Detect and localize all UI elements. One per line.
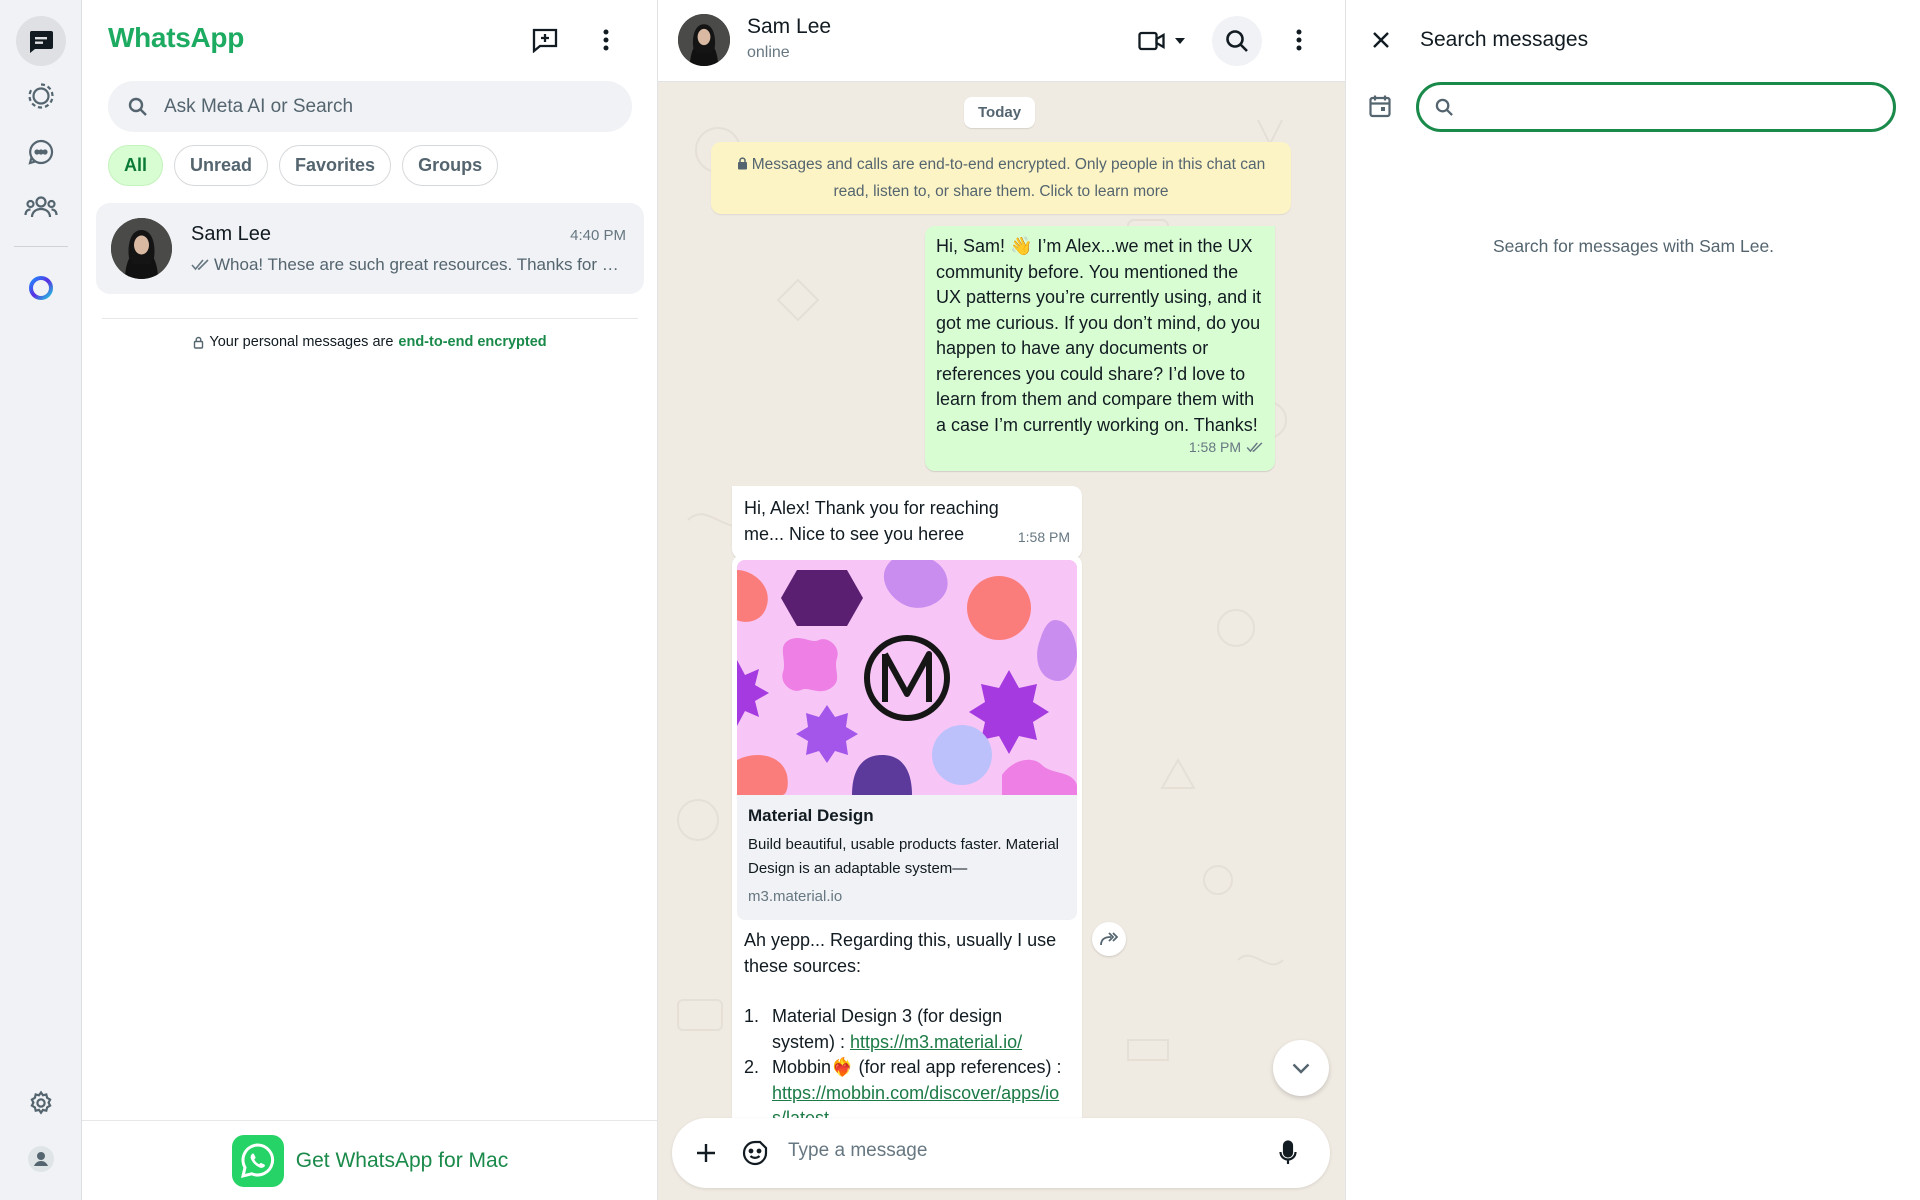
list-item: 1. Material Design 3 (for design system)… [744,1004,1070,1055]
encryption-link[interactable]: end-to-end encrypted [398,334,546,350]
chat-preview: Whoa! These are such great resources. Th… [191,255,621,275]
chat-preview-text: Whoa! These are such great resources. Th… [214,255,621,274]
mobbin-link[interactable]: https://mobbin.com/discover/apps/ios/lat… [772,1083,1059,1119]
chat-contact-name: Sam Lee [191,223,272,245]
menu-kebab-icon[interactable] [584,18,628,62]
search-icon [1225,29,1249,53]
link-preview-domain: m3.material.io [748,887,843,905]
read-receipt-icon [1246,442,1264,453]
attach-plus-icon[interactable] [684,1131,728,1175]
scroll-to-bottom-button[interactable] [1273,1040,1329,1096]
message-time: 1:58 PM [1017,529,1070,545]
microphone-icon[interactable] [1266,1131,1310,1175]
filter-groups[interactable]: Groups [402,145,499,186]
link-preview-card[interactable]: Material Design Build beautiful, usable … [737,560,1077,920]
chat-timestamp: 4:40 PM [570,227,626,244]
conversation-header[interactable]: Sam Lee online [658,0,1345,82]
system-message-text: Messages and calls are end-to-end encryp… [751,156,1266,200]
channels-icon[interactable] [16,127,66,177]
read-receipt-icon [191,259,210,271]
search-in-chat-button[interactable] [1212,16,1262,66]
video-call-button[interactable] [1130,19,1192,63]
chevron-down-icon [1174,38,1185,44]
filter-favorites[interactable]: Favorites [279,145,392,186]
lock-icon [737,157,748,170]
message-composer[interactable] [672,1118,1330,1188]
filter-unread[interactable]: Unread [174,145,269,186]
link-preview-description: Build beautiful, usable products faster.… [748,835,1060,877]
contact-name: Sam Lee [747,15,832,38]
message-meta: 1:58 PM [936,435,1264,461]
profile-icon[interactable] [16,1134,66,1184]
sticker-emoji-icon[interactable] [733,1131,777,1175]
close-search-icon[interactable] [1359,18,1403,62]
meta-ai-icon[interactable] [16,263,66,313]
avatar [111,218,172,279]
forward-icon [1100,932,1118,946]
conversation-panel: Sam Lee online Today Messages and calls … [658,0,1345,1200]
chat-search-box[interactable] [108,81,632,132]
contact-avatar[interactable] [678,14,730,66]
settings-gear-icon[interactable] [16,1078,66,1128]
link-preview-title: Material Design [748,806,874,825]
list-number: 1. [744,1006,760,1026]
message-outgoing[interactable]: Hi, Sam! 👋 I’m Alex...we met in the UX c… [925,226,1275,471]
video-camera-icon [1137,31,1166,51]
material-design-link[interactable]: https://m3.material.io/ [850,1032,1022,1052]
search-icon [128,97,148,117]
message-text: Ah yepp... Regarding this, usually I use… [744,930,1057,976]
filter-all[interactable]: All [108,145,164,186]
message-time: 1:58 PM [1188,439,1241,455]
encryption-system-message[interactable]: Messages and calls are end-to-end encryp… [711,142,1291,214]
message-body: Ah yepp... Regarding this, usually I use… [737,920,1077,1118]
chevron-down-icon [1292,1063,1310,1074]
search-pane-title: Search messages [1420,28,1589,51]
source-list: 1. Material Design 3 (for design system)… [744,1004,1070,1118]
date-separator: Today [964,97,1036,128]
message-text: Hi, Sam! 👋 I’m Alex...we met in the UX c… [936,236,1262,435]
get-app-label: Get WhatsApp for Mac [295,1148,509,1172]
contact-status: online [747,44,790,61]
search-icon [1435,98,1454,117]
list-number: 2. [744,1057,760,1077]
link-preview-image [737,560,1077,795]
message-incoming-with-link[interactable]: Material Design Build beautiful, usable … [732,555,1082,1118]
list-item: 2. Mobbin❤️‍🔥 (for real app references) … [744,1055,1070,1118]
lock-icon [193,336,204,349]
message-input[interactable] [788,1140,1248,1162]
encryption-notice: Your personal messages are end-to-end en… [82,334,658,350]
chat-list-panel: WhatsApp All Unread Favorites Groups Sam… [82,0,658,1200]
app-title: WhatsApp [108,22,245,53]
calendar-date-icon[interactable] [1358,84,1402,128]
new-chat-icon[interactable] [523,18,567,62]
search-messages-pane: Search messages Search for messages with… [1345,0,1920,1200]
chat-filters: All Unread Favorites Groups [108,145,499,186]
encryption-notice-text: Your personal messages are [209,334,394,350]
chats-icon[interactable] [16,16,66,66]
get-app-banner[interactable]: Get WhatsApp for Mac [82,1120,658,1200]
whatsapp-logo-icon [231,1134,284,1187]
list-item-text: Mobbin❤️‍🔥 (for real app references) : [772,1057,1062,1077]
message-search-field[interactable] [1416,82,1896,132]
chat-list-item[interactable]: Sam Lee 4:40 PM Whoa! These are such gre… [96,203,644,294]
message-list[interactable]: Today Messages and calls are end-to-end … [658,82,1345,1118]
communities-icon[interactable] [16,182,66,232]
message-incoming[interactable]: Hi, Alex! Thank you for reaching me... N… [732,486,1082,559]
message-search-input[interactable] [1464,96,1884,118]
chat-search-input[interactable] [164,95,604,118]
navigation-rail [0,0,82,1200]
link-preview-body: Material Design Build beautiful, usable … [737,795,1077,920]
rail-divider [14,246,68,247]
forward-button[interactable] [1092,922,1126,956]
status-icon[interactable] [16,71,66,121]
list-divider [102,318,638,319]
search-hint: Search for messages with Sam Lee. [1492,236,1775,256]
conversation-menu-icon[interactable] [1277,18,1321,62]
